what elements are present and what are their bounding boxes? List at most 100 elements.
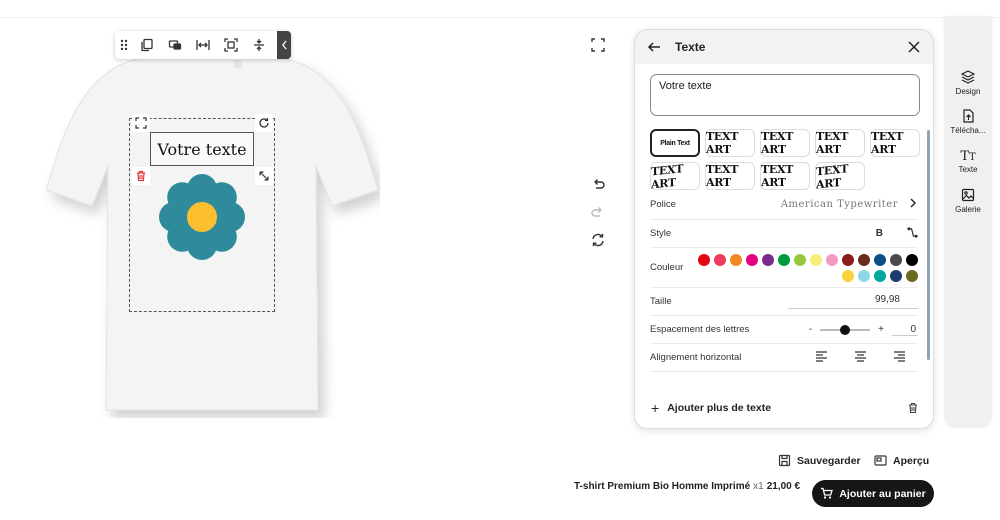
flower-center [187, 202, 217, 232]
color-swatch[interactable] [730, 253, 742, 266]
color-swatch[interactable] [890, 253, 902, 266]
font-value: American Typewriter [780, 199, 898, 210]
style-option-wave[interactable]: TEXT ART [815, 129, 865, 157]
save-icon [778, 454, 791, 467]
duplicate-icon[interactable] [133, 31, 161, 59]
color-swatch[interactable] [858, 269, 870, 282]
color-swatch[interactable] [842, 253, 854, 266]
increase-spacing-button[interactable]: + [878, 324, 884, 335]
rail-item-upload[interactable]: Télécha... [945, 109, 991, 135]
slider-knob[interactable] [840, 324, 851, 335]
plus-icon: + [651, 400, 660, 416]
drag-grip-icon[interactable] [115, 31, 133, 59]
collapse-toolbar-button[interactable] [277, 31, 291, 59]
center-horizontal-icon[interactable] [189, 31, 217, 59]
style-option-arc-up[interactable]: TEXT ART [705, 129, 755, 157]
panel-scrollbar[interactable] [927, 130, 930, 360]
tool-rail: Design Télécha... TT Texte Galerie [945, 16, 991, 426]
style-option-label: TEXT ART [761, 163, 794, 189]
style-option-slant[interactable]: TEXT ART [650, 162, 700, 192]
style-option-label: TEXT ART [651, 162, 684, 192]
product-summary: T-shirt Premium Bio Homme Imprimé x1 21,00… [574, 481, 800, 492]
style-option-label: TEXT ART [816, 130, 849, 156]
style-option-label: TEXT ART [706, 163, 739, 189]
preview-button[interactable]: Aperçu [874, 454, 929, 467]
color-swatch[interactable] [906, 253, 918, 266]
product-name: T-shirt Premium Bio Homme Imprimé [574, 481, 751, 492]
style-option-label: TEXT ART [761, 130, 794, 156]
color-swatch[interactable] [858, 253, 870, 266]
letter-spacing-input[interactable]: 0 [892, 324, 918, 336]
color-swatch[interactable] [874, 253, 886, 266]
resize-icon[interactable] [255, 167, 273, 185]
style-option-arch[interactable]: TEXT ART [870, 129, 920, 157]
text-input[interactable]: Votre texte [650, 74, 920, 116]
layers-icon [961, 70, 975, 84]
color-label: Couleur [650, 262, 684, 273]
reset-icon[interactable] [590, 232, 606, 253]
color-swatch[interactable] [890, 269, 902, 282]
bold-button[interactable]: B [876, 228, 883, 239]
color-swatch[interactable] [778, 253, 790, 266]
panel-title: Texte [675, 40, 706, 54]
alignment-row: Alignement horizontal [650, 344, 918, 372]
color-swatch[interactable] [842, 269, 854, 282]
canvas-text-element[interactable]: Votre texte [150, 132, 254, 166]
redo-icon[interactable] [590, 204, 606, 225]
alignment-label: Alignement horizontal [650, 352, 742, 363]
decrease-spacing-button[interactable]: - [809, 324, 812, 335]
save-button[interactable]: Sauvegarder [778, 454, 861, 467]
fullscreen-icon[interactable] [590, 37, 606, 58]
rail-item-label: Télécha... [950, 126, 986, 135]
rotate-icon[interactable] [255, 114, 273, 132]
color-swatch[interactable] [826, 253, 838, 266]
add-to-cart-label: Ajouter au panier [839, 487, 926, 500]
layer-order-icon[interactable] [161, 31, 189, 59]
align-right-icon[interactable] [893, 350, 906, 365]
color-swatch[interactable] [874, 269, 886, 282]
rail-item-gallery[interactable]: Galerie [945, 188, 991, 214]
font-row[interactable]: Police American Typewriter [650, 190, 918, 220]
flower-design[interactable] [158, 173, 246, 261]
product-price: 21,00 € [766, 481, 801, 492]
align-center-icon[interactable] [854, 350, 867, 365]
back-arrow-icon[interactable] [647, 40, 661, 54]
color-swatch[interactable] [698, 253, 710, 266]
gallery-icon [961, 188, 975, 202]
trash-icon[interactable] [907, 402, 919, 414]
style-option-plain[interactable]: Plain Text [650, 129, 700, 157]
delete-icon[interactable] [132, 167, 150, 185]
letter-spacing-row: Espacement des lettres - + 0 [650, 316, 918, 344]
color-swatch[interactable] [746, 253, 758, 266]
rail-item-label: Texte [958, 165, 978, 174]
style-row: Style B [650, 220, 918, 248]
style-option-perspective[interactable]: TEXT ART [815, 162, 865, 192]
save-label: Sauvegarder [797, 454, 861, 467]
color-swatch[interactable] [794, 253, 806, 266]
chevron-left-icon [281, 40, 287, 50]
color-swatch[interactable] [906, 269, 918, 282]
style-option-bulge[interactable]: TEXT ART [760, 129, 810, 157]
color-swatch[interactable] [762, 253, 774, 266]
expand-icon[interactable] [132, 114, 150, 132]
rail-item-design[interactable]: Design [945, 70, 991, 96]
style-option-arc-down[interactable]: TEXT ART [705, 162, 755, 190]
size-row: Taille 99,98 [650, 288, 918, 316]
close-icon[interactable] [907, 40, 921, 54]
panel-header: Texte [635, 30, 933, 64]
rail-item-text[interactable]: TT Texte [945, 149, 991, 174]
style-option-label: TEXT ART [871, 130, 904, 156]
undo-icon[interactable] [590, 176, 606, 197]
color-swatch[interactable] [810, 253, 822, 266]
color-swatch[interactable] [714, 253, 726, 266]
letter-spacing-label: Espacement des lettres [650, 324, 750, 335]
style-option-valley[interactable]: TEXT ART [760, 162, 810, 190]
center-vertical-icon[interactable] [245, 31, 273, 59]
curve-path-icon[interactable] [907, 226, 918, 241]
size-input[interactable]: 99,98 [788, 294, 918, 309]
letter-spacing-slider[interactable] [820, 324, 871, 335]
align-left-icon[interactable] [815, 350, 828, 365]
add-to-cart-button[interactable]: Ajouter au panier [812, 480, 934, 507]
add-text-button[interactable]: Ajouter plus de texte [667, 402, 907, 414]
fit-icon[interactable] [217, 31, 245, 59]
